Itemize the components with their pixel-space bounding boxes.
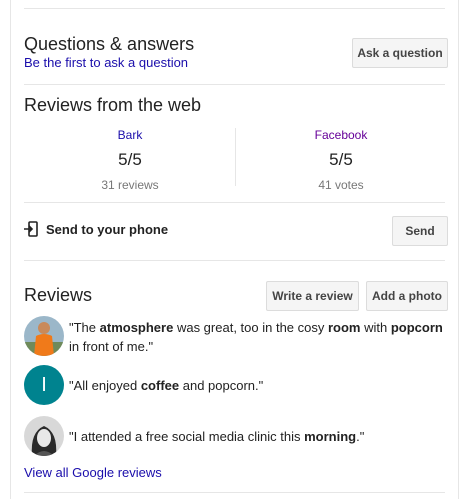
snippet-text: was great, too in the cosy	[173, 320, 328, 335]
send-to-phone-icon	[24, 221, 38, 237]
divider	[24, 84, 445, 85]
view-all-reviews-link[interactable]: View all Google reviews	[24, 465, 162, 480]
source-name[interactable]: Facebook	[236, 128, 446, 142]
divider	[24, 260, 445, 261]
add-photo-button[interactable]: Add a photo	[366, 281, 448, 311]
source-count: 31 reviews	[101, 178, 159, 192]
snippet-text: ."	[356, 429, 365, 444]
snippet-text: with	[360, 320, 391, 335]
send-button[interactable]: Send	[392, 216, 448, 246]
snippet-text: "I attended a free social media clinic t…	[69, 429, 305, 444]
source-count: 41 votes	[318, 178, 364, 192]
snippet-text: "All enjoyed	[69, 378, 141, 393]
snippet-text: and popcorn."	[179, 378, 264, 393]
web-reviews-title: Reviews from the web	[24, 95, 202, 115]
top-divider	[24, 8, 445, 9]
highlighted-term: room	[327, 320, 361, 335]
review-source-bark[interactable]: Bark 5/5 31 reviews	[25, 128, 235, 192]
divider	[24, 492, 445, 493]
highlighted-term: coffee	[140, 378, 180, 393]
source-score: 5/5	[329, 150, 353, 169]
reviewer-avatar[interactable]	[24, 316, 64, 356]
ask-first-link[interactable]: Be the first to ask a question	[24, 55, 188, 70]
reviews-title: Reviews	[24, 285, 93, 305]
review-snippet: "All enjoyed coffee and popcorn."	[69, 376, 449, 395]
source-score: 5/5	[118, 150, 142, 169]
review-snippet: "The atmosphere was great, too in the co…	[69, 318, 449, 356]
send-to-phone-label: Send to your phone	[46, 221, 169, 237]
highlighted-term: popcorn	[390, 320, 443, 335]
source-name[interactable]: Bark	[25, 128, 235, 142]
highlighted-term: morning	[304, 429, 357, 444]
letter-avatar: I	[41, 373, 47, 396]
snippet-text: in front of me."	[69, 339, 154, 354]
write-review-button[interactable]: Write a review	[266, 281, 359, 311]
ask-question-button[interactable]: Ask a question	[352, 38, 448, 68]
reviewer-avatar[interactable]: I	[24, 365, 64, 405]
qa-title: Questions & answers	[24, 34, 195, 54]
review-source-facebook[interactable]: Facebook 5/5 41 votes	[236, 128, 446, 192]
photo-avatar-orange	[24, 316, 64, 356]
review-snippet: "I attended a free social media clinic t…	[69, 427, 449, 446]
knowledge-panel	[10, 0, 459, 499]
photo-avatar-bw	[24, 416, 64, 456]
send-to-phone-row: Send to your phone	[24, 221, 168, 237]
divider	[24, 202, 445, 203]
snippet-text: "The	[69, 320, 100, 335]
reviewer-avatar[interactable]	[24, 416, 64, 456]
highlighted-term: atmosphere	[99, 320, 174, 335]
